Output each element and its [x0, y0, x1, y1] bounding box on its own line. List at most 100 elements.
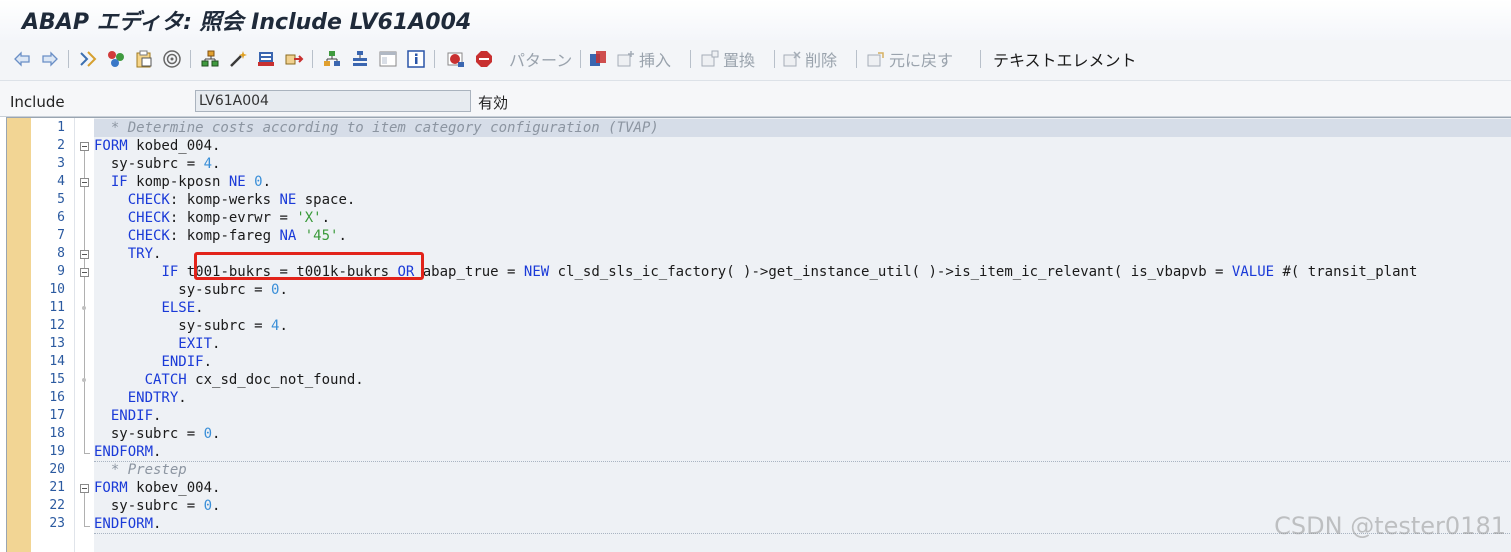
where-used-button[interactable] — [162, 47, 182, 71]
line-number: 18 — [49, 426, 65, 441]
line-number: 1 — [57, 120, 65, 135]
fold-toggle[interactable] — [80, 484, 89, 493]
code-editor[interactable]: 1 2 3 4 5 6 7 8 9 10 11 12 13 14 15 16 1… — [6, 117, 1511, 552]
insert-button[interactable]: 挿入 — [616, 47, 671, 71]
magic-wand-icon — [228, 49, 248, 69]
code-line: CHECK: komp-evrwr = 'X'. — [127, 210, 331, 226]
code-line: FORM kobev_004. — [94, 480, 221, 496]
code-line: IF komp-kposn NE 0. — [110, 174, 272, 190]
code-line: CHECK: komp-fareg NA '45'. — [127, 228, 347, 244]
line-number-gutter: 1 2 3 4 5 6 7 8 9 10 11 12 13 14 15 16 1… — [31, 118, 90, 552]
line-number: 15 — [49, 372, 65, 387]
insert-icon — [616, 49, 636, 69]
application-toolbar: パターン 挿入 置換 削除 元に戻す テキストエレメント — [0, 40, 1511, 81]
code-line: ENDIF. — [161, 354, 213, 370]
pattern-button[interactable]: パターン — [506, 47, 572, 71]
forward-button[interactable] — [40, 47, 60, 71]
code-line: ENDIF. — [110, 408, 162, 424]
pretty-printer-button[interactable] — [350, 47, 370, 71]
insert-label: 挿入 — [639, 51, 672, 70]
line-number: 22 — [49, 498, 65, 513]
delete-label: 削除 — [805, 51, 838, 70]
fold-toggle[interactable] — [80, 178, 89, 187]
code-area[interactable]: * Determine costs according to item cate… — [94, 118, 1511, 552]
back-button[interactable] — [12, 47, 32, 71]
toolbar-separator — [190, 50, 191, 68]
undo-icon — [866, 49, 886, 69]
line-number: 5 — [57, 192, 65, 207]
fold-dot — [82, 378, 86, 382]
line-number: 6 — [57, 210, 65, 225]
fold-toggle[interactable] — [80, 250, 89, 259]
set-breakpoint-button[interactable] — [446, 47, 466, 71]
copy-icon — [588, 49, 608, 69]
line-number: 10 — [49, 282, 65, 297]
toolbar-separator — [980, 50, 981, 68]
object-list-button[interactable] — [200, 47, 220, 71]
toolbar-separator — [580, 50, 581, 68]
activate-button[interactable] — [106, 47, 126, 71]
line-number: 8 — [57, 246, 65, 261]
fold-dot — [82, 306, 86, 310]
line-number: 4 — [57, 174, 65, 189]
target-icon — [162, 49, 182, 69]
delete-button[interactable]: 削除 — [782, 47, 837, 71]
toolbar-separator — [434, 50, 435, 68]
code-line: TRY. — [127, 246, 162, 262]
code-line: sy-subrc = 0. — [94, 282, 288, 298]
undo-button[interactable]: 元に戻す — [866, 47, 953, 71]
replace-button[interactable]: 置換 — [700, 47, 755, 71]
stop-button[interactable] — [474, 47, 494, 71]
code-line: CATCH cx_sd_doc_not_found. — [144, 372, 364, 388]
toolbar-separator — [774, 50, 775, 68]
line-number: 3 — [57, 156, 65, 171]
arrow-right-icon — [40, 49, 60, 69]
line-number: 19 — [49, 444, 65, 459]
toolbar-separator — [856, 50, 857, 68]
hierarchy-icon — [200, 49, 220, 69]
navigation-icon — [284, 49, 304, 69]
undo-label: 元に戻す — [889, 51, 954, 70]
code-line: CHECK: komp-werks NE space. — [127, 192, 356, 208]
fold-end — [84, 445, 90, 454]
line-number: 9 — [57, 264, 65, 279]
layout-button[interactable] — [378, 47, 398, 71]
test-button[interactable] — [134, 47, 154, 71]
code-line: sy-subrc = 4. — [94, 318, 288, 334]
include-header: Include LV61A004 有効 — [0, 81, 1511, 117]
stop-sign-icon — [474, 49, 494, 69]
replace-icon — [700, 49, 720, 69]
fold-toggle[interactable] — [80, 142, 89, 151]
info-button[interactable] — [406, 47, 426, 71]
status-text: 有効 — [478, 94, 509, 112]
breakpoint-icon — [446, 49, 466, 69]
activate-icon — [106, 49, 126, 69]
object-tree-button[interactable] — [322, 47, 342, 71]
check-syntax-button[interactable] — [78, 47, 98, 71]
navigate-button[interactable] — [284, 47, 304, 71]
fold-toggle[interactable] — [80, 268, 89, 277]
code-line: * Prestep — [94, 462, 187, 478]
watermark: CSDN @tester0181 — [1274, 512, 1506, 540]
toolbar-separator — [68, 50, 69, 68]
include-name-field[interactable]: LV61A004 — [195, 90, 471, 112]
line-number: 23 — [49, 516, 65, 531]
fold-guide — [84, 493, 85, 519]
line-number: 13 — [49, 336, 65, 351]
line-number: 11 — [49, 300, 65, 315]
include-label: Include — [10, 93, 65, 111]
title-bar: ABAP エディタ: 照会 Include LV61A004 — [0, 0, 1511, 41]
enhance-button[interactable] — [228, 47, 248, 71]
stack-icon — [350, 49, 370, 69]
line-number: 12 — [49, 318, 65, 333]
clipboard-button[interactable] — [588, 47, 608, 71]
window-icon — [378, 49, 398, 69]
toolbar-separator — [690, 50, 691, 68]
text-elements-button[interactable]: テキストエレメント — [990, 47, 1137, 71]
printer-icon — [256, 49, 276, 69]
text-elements-label: テキストエレメント — [993, 51, 1137, 70]
line-number: 21 — [49, 480, 65, 495]
display-object-button[interactable] — [256, 47, 276, 71]
code-line: sy-subrc = 4. — [94, 156, 221, 172]
line-number: 20 — [49, 462, 65, 477]
